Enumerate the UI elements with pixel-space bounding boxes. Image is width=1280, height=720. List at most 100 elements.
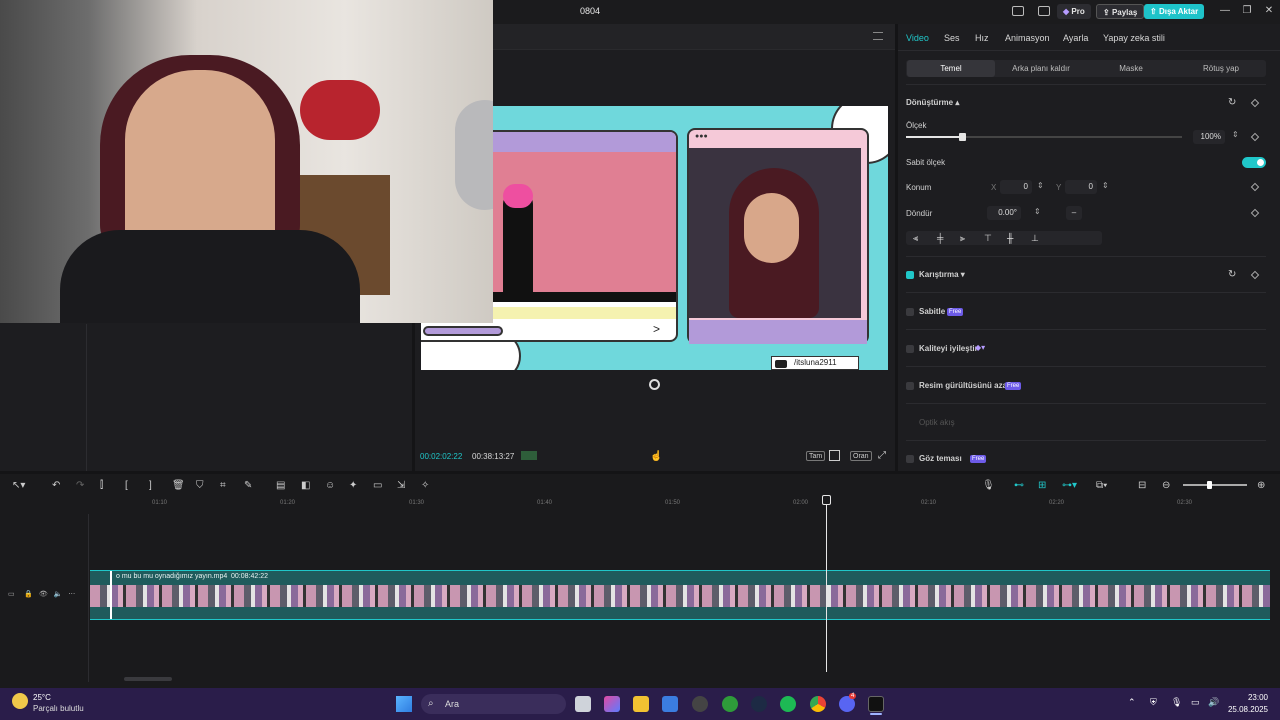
align-right-icon[interactable]: ⫸ <box>960 233 965 244</box>
task-view-icon[interactable] <box>575 696 591 712</box>
subtab-mask[interactable]: Maske <box>1086 60 1176 77</box>
opera-gx-icon[interactable] <box>692 696 708 712</box>
lock-icon[interactable]: 🔒 <box>24 591 33 598</box>
enhance-label[interactable]: Kaliteyi iyileştir <box>919 344 978 353</box>
magnet-icon[interactable]: ⊞ <box>1038 480 1046 491</box>
stepper-icon[interactable]: ⇕ <box>1232 130 1239 139</box>
tab-video[interactable]: Video <box>906 33 929 43</box>
taskbar-clock[interactable]: 23:00 <box>1228 693 1268 702</box>
split-left-icon[interactable]: [ <box>125 480 128 491</box>
ratio-button[interactable]: Oran <box>850 451 872 461</box>
tab-audio[interactable]: Ses <box>944 33 960 43</box>
chrome-icon[interactable] <box>810 696 826 712</box>
stabilize-label[interactable]: Sabitle <box>919 307 945 316</box>
magic-icon[interactable]: ✦ <box>349 480 357 491</box>
microphone-icon[interactable]: 🎙 <box>1171 697 1182 708</box>
shortcut-icon[interactable] <box>1038 6 1050 16</box>
fullscreen-mode-button[interactable]: Tam <box>806 451 826 461</box>
eye-contact-label[interactable]: Göz teması <box>919 454 962 463</box>
enhance-checkbox[interactable] <box>906 345 914 353</box>
preview-axis-icon[interactable]: ⧉▾ <box>1096 480 1107 491</box>
uniform-scale-toggle[interactable] <box>1242 157 1266 168</box>
transform-section[interactable]: Dönüştürme ▴ <box>906 98 959 107</box>
copilot-icon[interactable] <box>604 696 620 712</box>
rotate-flip-button[interactable]: – <box>1066 206 1082 220</box>
file-explorer-icon[interactable] <box>633 696 649 712</box>
reset-icon[interactable]: ↻ <box>1228 97 1236 108</box>
mirror-icon[interactable]: ◧ <box>301 480 310 491</box>
link-icon[interactable]: ⊷ <box>1014 480 1024 491</box>
stepper-icon[interactable]: ⇕ <box>1037 181 1044 190</box>
close-icon[interactable]: ✕ <box>1262 5 1276 16</box>
zoom-out-icon[interactable]: ⊖ <box>1162 480 1170 491</box>
crop-icon[interactable]: ⌗ <box>220 480 226 491</box>
taskbar-date[interactable]: 25.08.2025 <box>1216 705 1268 714</box>
minimize-icon[interactable]: — <box>1218 5 1232 16</box>
tab-ai-style[interactable]: Yapay zeka stili <box>1103 33 1165 43</box>
split-icon[interactable]: ⫿ <box>100 480 103 491</box>
stepper-icon[interactable]: ⇕ <box>1102 181 1109 190</box>
caption-icon[interactable]: ▭ <box>373 480 382 491</box>
scale-slider-handle[interactable] <box>959 133 966 141</box>
store-icon[interactable] <box>662 696 678 712</box>
microphone-icon[interactable]: 🎙 <box>982 480 995 491</box>
align-top-icon[interactable]: ⊤ <box>984 233 992 244</box>
clip-trim-handle[interactable] <box>110 571 112 619</box>
align-middle-icon[interactable]: ╫ <box>1007 233 1013 243</box>
cover-icon[interactable]: ▭ <box>8 591 15 598</box>
export-frame-icon[interactable]: ⇲ <box>397 480 405 491</box>
subtab-basic[interactable]: Temel <box>907 60 995 77</box>
align-left-icon[interactable]: ⫷ <box>913 233 918 244</box>
weather-icon[interactable] <box>12 693 28 709</box>
crop-icon[interactable] <box>829 450 840 461</box>
caption-track-icon[interactable]: ⊟ <box>1138 480 1146 491</box>
zoom-in-icon[interactable]: ⊕ <box>1257 480 1265 491</box>
maximize-icon[interactable]: ❐ <box>1240 5 1254 16</box>
delete-icon[interactable]: 🗑 <box>172 480 185 491</box>
monitor-icon[interactable]: ▭ <box>1191 697 1200 708</box>
position-y-input[interactable]: 0 <box>1065 180 1097 194</box>
tab-adjust[interactable]: Ayarla <box>1063 33 1088 43</box>
speaker-icon[interactable]: 🔈 <box>54 591 63 598</box>
blend-checkbox[interactable] <box>906 271 914 279</box>
position-x-input[interactable]: 0 <box>1000 180 1032 194</box>
zoom-slider-track[interactable] <box>1183 484 1247 486</box>
spotify-icon[interactable] <box>780 696 796 712</box>
share-button[interactable]: ⇪ Paylaş <box>1096 4 1145 19</box>
chevron-up-icon[interactable]: ⌃ <box>1128 697 1136 708</box>
play-icon[interactable] <box>649 379 660 390</box>
align-center-icon[interactable]: ╪ <box>937 233 943 243</box>
subtab-retouch[interactable]: Rötuş yap <box>1176 60 1266 77</box>
pro-button[interactable]: ◆ Pro <box>1057 4 1091 19</box>
horizontal-scrollbar[interactable] <box>124 677 172 681</box>
xbox-icon[interactable] <box>722 696 738 712</box>
subtab-remove-bg[interactable]: Arka planı kaldır <box>996 60 1086 77</box>
zoom-slider-handle[interactable] <box>1207 481 1212 489</box>
denoise-label[interactable]: Resim gürültüsünü azalt <box>919 381 1012 390</box>
shield-icon[interactable]: ⛉ <box>196 480 204 491</box>
media-icon[interactable]: ▤ <box>276 480 285 491</box>
tab-animation[interactable]: Animasyon <box>1005 33 1050 43</box>
menu-icon[interactable] <box>873 32 883 40</box>
person-icon[interactable]: ☺ <box>325 480 335 491</box>
more-icon[interactable]: ⋯ <box>68 591 75 598</box>
scale-input[interactable]: 100% <box>1193 130 1225 144</box>
export-button[interactable]: ⇧ Dışa Aktar <box>1144 4 1205 19</box>
expand-icon[interactable]: ⤢ <box>878 450 886 461</box>
capcut-icon[interactable] <box>868 696 884 712</box>
layout-icon[interactable] <box>1012 6 1024 16</box>
snap-icon[interactable]: ⊶▾ <box>1062 480 1077 491</box>
tab-speed[interactable]: Hız <box>975 33 989 43</box>
playhead-handle[interactable] <box>822 495 831 505</box>
rotate-input[interactable]: 0.00° <box>987 206 1021 220</box>
align-bottom-icon[interactable]: ⊥ <box>1031 233 1039 244</box>
steam-icon[interactable] <box>751 696 767 712</box>
taskbar-search[interactable] <box>421 694 566 714</box>
sparkle-icon[interactable]: ✧ <box>421 480 429 491</box>
redo-icon[interactable]: ↷ <box>76 480 84 491</box>
playhead[interactable] <box>826 496 827 672</box>
undo-icon[interactable]: ↶ <box>52 480 60 491</box>
eye-icon[interactable]: 👁 <box>39 591 48 598</box>
eye-contact-checkbox[interactable] <box>906 455 914 463</box>
ai-tool-icon[interactable]: ✎ <box>244 480 252 491</box>
